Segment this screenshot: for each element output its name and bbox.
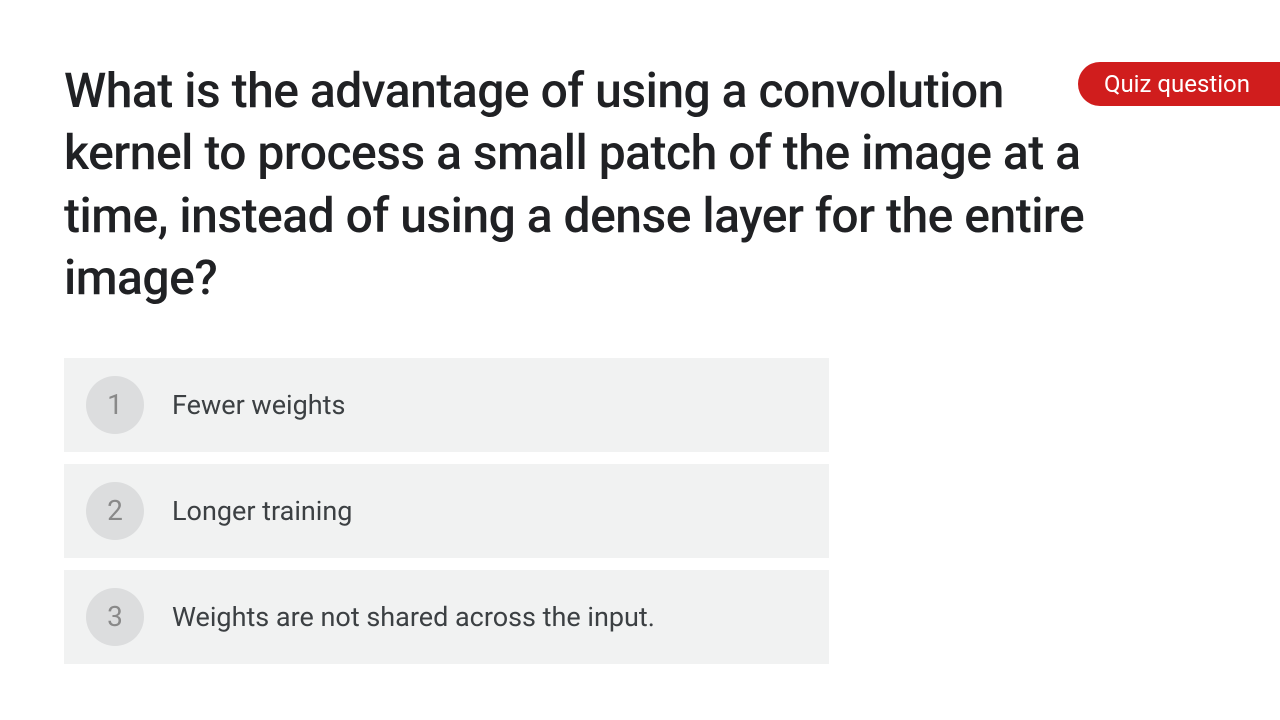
option-text: Weights are not shared across the input. <box>172 601 655 633</box>
option-text: Fewer weights <box>172 389 345 421</box>
option-number-text: 2 <box>107 494 123 527</box>
option-number-badge: 1 <box>86 376 144 434</box>
quiz-badge-label: Quiz question <box>1104 70 1250 98</box>
option-number-text: 3 <box>107 600 123 633</box>
option-text: Longer training <box>172 495 352 527</box>
question-text: What is the advantage of using a convolu… <box>64 60 1144 310</box>
option-number-badge: 2 <box>86 482 144 540</box>
option-3[interactable]: 3 Weights are not shared across the inpu… <box>64 570 829 664</box>
option-2[interactable]: 2 Longer training <box>64 464 829 558</box>
option-number-text: 1 <box>107 388 123 421</box>
quiz-badge: Quiz question <box>1078 62 1280 106</box>
options-container: 1 Fewer weights 2 Longer training 3 Weig… <box>64 358 829 664</box>
option-1[interactable]: 1 Fewer weights <box>64 358 829 452</box>
option-number-badge: 3 <box>86 588 144 646</box>
